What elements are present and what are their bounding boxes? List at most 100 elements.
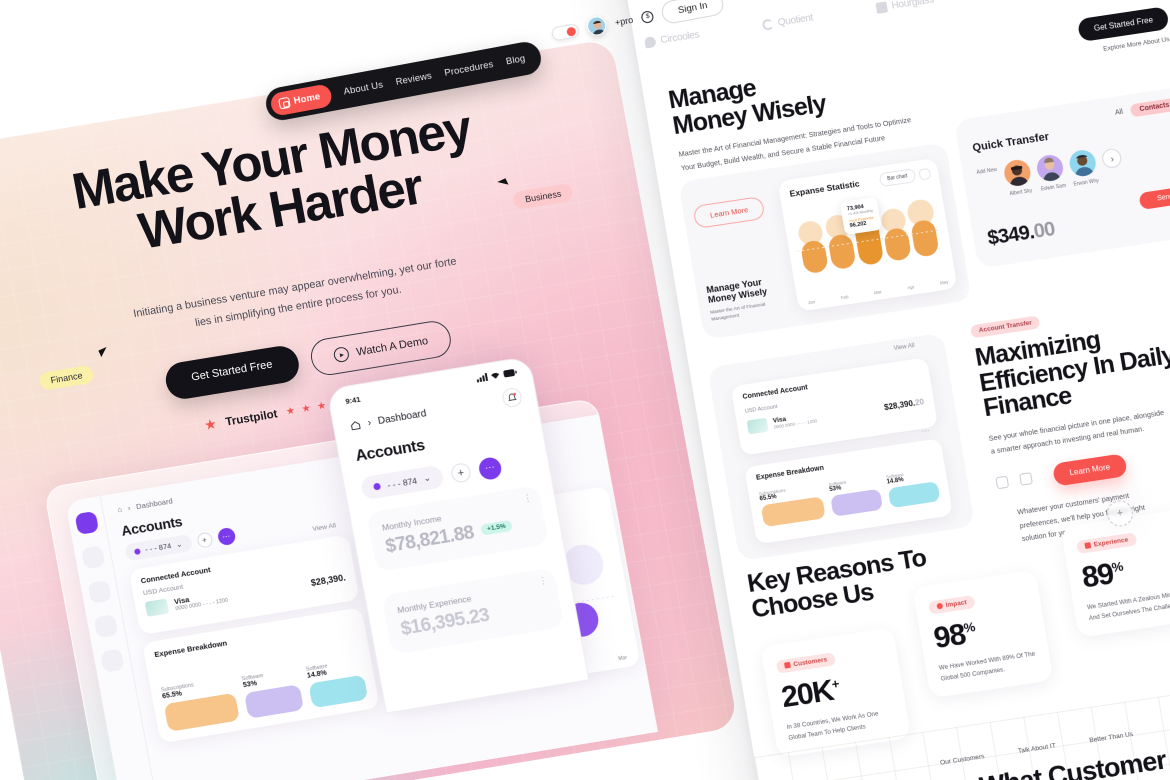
stat-card-experience: Experience 89% We Started With A Zealous… — [1060, 507, 1170, 639]
send-button[interactable]: Send — [1138, 185, 1170, 211]
card-menu-icon[interactable]: ⋮ — [538, 575, 549, 587]
nav-item-reviews[interactable]: Reviews — [395, 70, 433, 87]
watch-demo-button[interactable]: Watch A Demo — [307, 318, 454, 378]
more-options-button[interactable]: ⋯ — [216, 526, 237, 547]
avatar[interactable] — [585, 14, 608, 37]
home-icon — [278, 96, 291, 110]
account-dot-icon — [133, 547, 141, 555]
cursor-pointer-icon-left — [98, 346, 110, 357]
reasons-title: Key Reasons To Choose Us — [745, 544, 933, 623]
logo-label: Quotient — [777, 12, 814, 29]
kicker-2: Better Than Us — [1088, 730, 1134, 745]
transfer-amount: $349.00 — [986, 218, 1056, 251]
next-contacts-button-b[interactable]: › — [1101, 147, 1124, 170]
stat-badge-2: Experience — [1075, 531, 1138, 554]
avatar[interactable] — [1067, 148, 1098, 178]
connected-account-title-b: Connected Account — [742, 384, 809, 401]
nav-item-procedures[interactable]: Procedures — [444, 59, 495, 79]
impact-icon — [936, 602, 944, 610]
hero-section: Make Your Money Work Harder Initiating a… — [0, 38, 739, 780]
learn-more-button[interactable]: Learn More — [1051, 453, 1128, 487]
chart-export-icon-b[interactable] — [918, 167, 932, 180]
quick-transfer-card-b: Quick Transfer All Contacts + Add New Al… — [953, 85, 1170, 529]
phone-account-number: - - - 874 — [386, 475, 418, 490]
phone-add-button[interactable]: + — [449, 461, 472, 484]
tab-contacts-b[interactable]: Contacts — [1129, 97, 1170, 118]
sidebar-item-settings[interactable] — [100, 648, 125, 673]
notification-bell-icon[interactable] — [500, 386, 524, 409]
x-tick-2: Mar — [617, 654, 628, 663]
phone-account-selector[interactable]: - - - 874 ⌄ — [359, 464, 445, 501]
sign-in-button[interactable]: Sign In — [660, 0, 726, 26]
briefcase-icon[interactable] — [1019, 472, 1033, 487]
chart-x-tick-0-b: Jan — [807, 299, 816, 306]
connected-account-card-b: View All Connected Account USD Account V… — [730, 343, 939, 456]
chart-x-tick-2-b: Mar — [873, 289, 883, 296]
usd-account-label-b: USD Account — [744, 403, 778, 415]
home-icon[interactable]: ⌂ — [117, 505, 123, 515]
card-menu-icon[interactable]: ⋯ — [921, 426, 930, 436]
chevron-down-icon: ⌄ — [422, 472, 432, 484]
sidebar-item-reports[interactable] — [93, 614, 119, 639]
mockup-stage: Finestra Make Your Money Work Harder Ini… — [0, 0, 1170, 780]
account-selector[interactable]: - - - 874 ⌄ — [123, 533, 193, 562]
account-dot-icon — [372, 482, 382, 491]
card-amount-b: $28,390.20 — [883, 396, 925, 412]
nav-item-home[interactable]: Home — [269, 83, 334, 117]
tab-all-b[interactable]: All — [1115, 109, 1124, 117]
income-delta-badge: +1.5% — [480, 519, 513, 536]
efficiency-visual-panel: View All Connected Account USD Account V… — [707, 332, 976, 562]
expense-breakdown-title: Expense Breakdown — [153, 638, 228, 660]
card-menu-icon[interactable]: ⋮ — [522, 492, 533, 504]
get-started-free-button[interactable]: Get Started Free — [162, 343, 302, 402]
stat-badge-1: Impact — [927, 594, 976, 615]
phone-more-button[interactable]: ⋯ — [477, 455, 503, 481]
view-all-link-b2[interactable]: View All — [893, 343, 915, 352]
nav-label: Home — [292, 91, 322, 107]
trustpilot-star-icon: ★ — [202, 415, 219, 434]
experience-icon — [1084, 542, 1092, 549]
expanse-statistic-title-b: Expanse Statistic — [788, 178, 861, 199]
chart-x-tick-3-b: Apr — [906, 284, 915, 291]
stat-value-1: 98% — [931, 617, 976, 656]
avatar[interactable] — [1035, 153, 1066, 183]
chart-x-tick-1-b: Feb — [840, 294, 849, 301]
stat-desc-1: We Have Worked With 89% Of The Global 50… — [938, 648, 1039, 684]
chart-type-toggle-b[interactable]: Bar chart — [878, 168, 917, 188]
contact-name-1: Edwin Sam — [1040, 182, 1067, 193]
sidebar-item-wallet[interactable] — [80, 545, 106, 570]
dashboard-breadcrumb: ⌂ › Dashboard — [117, 496, 174, 514]
manage-get-started-button-b[interactable]: Get Started Free — [1077, 6, 1170, 43]
expanse-statistic-card-b: Expanse Statistic Bar chart 73,904 +1.4%… — [777, 157, 958, 312]
breadcrumb-page: Dashboard — [135, 496, 174, 512]
phone-breadcrumb-page: Dashboard — [377, 408, 428, 427]
view-all-link[interactable]: View All — [312, 522, 337, 533]
theme-toggle[interactable] — [550, 22, 580, 42]
explore-more-link-b[interactable]: Explore More About Us — [1103, 36, 1170, 53]
add-account-button[interactable]: + — [195, 531, 214, 549]
expense-breakdown-title-b: Expense Breakdown — [755, 464, 825, 482]
phone-breadcrumb-separator: › — [366, 417, 373, 429]
sidebar-item-home[interactable] — [74, 510, 100, 535]
logo-quotient: Quotient — [761, 13, 814, 31]
avatar[interactable] — [1002, 158, 1033, 188]
visa-card-icon-b — [746, 417, 769, 435]
card-amount: $28,390. — [309, 571, 347, 588]
learn-more-button-b[interactable]: Learn More — [692, 195, 766, 229]
nav-item-blog[interactable]: Blog — [505, 53, 526, 67]
income-cents: 88 — [452, 522, 476, 547]
grid-view-icon[interactable] — [995, 476, 1010, 490]
efficiency-copy: Account Transfer Maximizing Efficiency I… — [969, 284, 1170, 495]
stat-card-impact: Impact 98% We Have Worked With 89% Of Th… — [912, 569, 1054, 699]
monthly-expense-card: ⋮ Monthly Experience $16,395.23 — [381, 567, 565, 655]
chevron-down-icon: ⌄ — [175, 539, 184, 550]
stat-value-0: 20K+ — [779, 674, 840, 715]
dashboard-title: Accounts — [119, 513, 184, 539]
transfer-amount-dollars: $349. — [986, 221, 1036, 250]
nav-item-about-us[interactable]: About Us — [343, 79, 384, 97]
contact-name-0: Albert Sky — [1009, 187, 1033, 198]
sidebar-item-cards[interactable] — [87, 579, 112, 604]
stat-badge-0: Customers — [775, 651, 837, 674]
phone-title: Accounts — [354, 436, 427, 465]
currency-badge: $ — [640, 9, 655, 24]
